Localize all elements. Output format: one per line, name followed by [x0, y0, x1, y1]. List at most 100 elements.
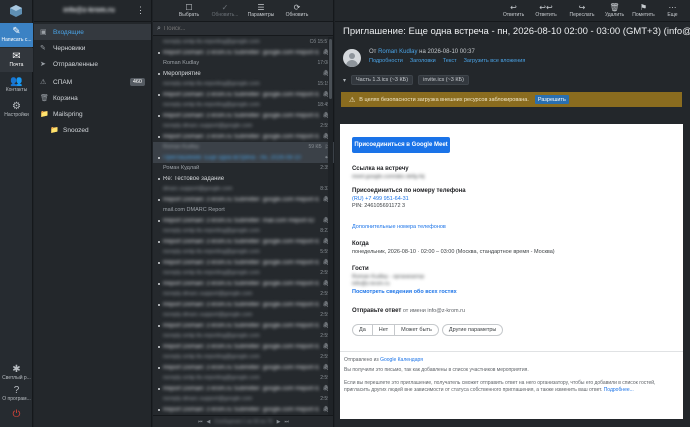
list-scrollbar[interactable]	[328, 37, 333, 415]
message-subject-row[interactable]: Приглашение: Еще одна встреча - пн, 2026…	[153, 152, 334, 163]
more-button[interactable]: ⋯ Еще	[659, 3, 686, 18]
message-subject-row[interactable]: Report Domain: z-krom.ru Submitter: goog…	[153, 300, 334, 311]
message-sender-row[interactable]: noreply-smtp-tls-reporting@google.com Сб …	[153, 37, 334, 48]
last-page-icon[interactable]: ⏭	[284, 419, 289, 425]
refresh-button[interactable]: ⟳ Обновить	[281, 3, 313, 18]
message-subject-row[interactable]: Report Domain: z-krom.ru Submitter: goog…	[153, 237, 334, 248]
message-sender-row[interactable]: noreply-smtp-tls-reporting@google.com 8:2…	[153, 226, 334, 237]
join-meet-button[interactable]: Присоединиться в Google Meet	[352, 137, 450, 153]
message-subject-row[interactable]: Report Domain: z-krom.ru Submitter: goog…	[153, 132, 334, 143]
message-sender: noreply-smtp-tls-reporting@google.com	[163, 375, 260, 382]
message-sender-row[interactable]: dmarc-support@google.com 8:33	[153, 184, 334, 195]
folder-1[interactable]: ✎ Черновики	[34, 40, 151, 56]
message-subject-row[interactable]: Мероприятие 🖇	[153, 69, 334, 80]
reply-all-button[interactable]: ↩↩ Ответить	[529, 3, 563, 18]
message-subject-row[interactable]: Report Domain: z-krom.ru Submitter: goog…	[153, 279, 334, 290]
rail-compose-button[interactable]: ✎ Написать с...	[0, 23, 33, 47]
meeting-link[interactable]: meet.google.com/abc-defg-hij	[352, 174, 424, 180]
rail-label: Контакты	[5, 86, 28, 93]
message-sender-row[interactable]: noreply-dmarc-support@google.com 2:59	[153, 310, 334, 321]
rail-contacts-button[interactable]: 👥 Контакты	[0, 73, 33, 97]
more-phones-link[interactable]: Дополнительные номера телефонов	[352, 224, 446, 230]
app-logo	[0, 0, 32, 22]
message-subject-row[interactable]: Report Domain: z-krom.ru Submitter: mail…	[153, 216, 334, 227]
toolbar-label: Выбрать	[178, 12, 200, 18]
message-sender-row[interactable]: Roman Kudlay 17:08	[153, 58, 334, 69]
message-sender-row[interactable]: Roman Kudlay59 КБ⚐	[153, 142, 334, 153]
allow-button[interactable]: Разрешить	[534, 95, 569, 104]
message-sender-row[interactable]: noreply-smtp-tls-reporting@google.com 2:5…	[153, 331, 334, 342]
message-subject-row[interactable]: Report Domain: z-krom.ru Submitter: goog…	[153, 111, 334, 122]
prev-page-icon[interactable]: ◀	[207, 419, 211, 425]
message-sender-row[interactable]: noreply-dmarc-support@google.com 2:59	[153, 121, 334, 132]
message-sender-row[interactable]: noreply-smtp-tls-reporting@google.com 15:…	[153, 79, 334, 90]
collapse-icon[interactable]: ▾	[343, 77, 346, 84]
message-subject-row[interactable]: Report Domain: z-krom.ru Submitter: goog…	[153, 195, 334, 206]
rail-theme-button[interactable]: ✱ Светлый р...	[0, 363, 33, 383]
message-sender-row[interactable]: Роман Кудлай 2:35	[153, 163, 334, 174]
folder-6[interactable]: 📁 Snoozed	[34, 122, 151, 138]
message-sender-row[interactable]: noreply-smtp-tls-reporting@google.com 18:…	[153, 100, 334, 111]
rail-mail-button[interactable]: ✉ Почта	[0, 48, 33, 72]
folder-0[interactable]: ▣ Входящие	[34, 24, 151, 40]
message-sender-row[interactable]: noreply-smtp-tls-reporting@google.com 2:5…	[153, 352, 334, 363]
folder-2[interactable]: ➤ Отправленные	[34, 56, 151, 72]
attachment-chip[interactable]: Часть 1.3.ics (~3 КБ)	[351, 75, 414, 85]
params-button[interactable]: ☰ Параметры	[245, 3, 277, 18]
action-details[interactable]: Подробности	[369, 58, 403, 64]
message-subject: Report Domain: z-krom.ru Submitter: goog…	[163, 259, 320, 266]
guests-title: Гости	[352, 266, 369, 272]
flag-button[interactable]: ⚑ Пометить	[630, 3, 657, 18]
rail-gear-button[interactable]: ⚙ Настройки	[0, 98, 33, 122]
first-page-icon[interactable]: ⏮	[198, 419, 203, 425]
rsvp-maybe-button[interactable]: Может быть	[395, 325, 438, 335]
search-input[interactable]	[163, 25, 314, 32]
folder-5[interactable]: 📁 Mailspring	[34, 106, 151, 122]
forward-button[interactable]: ↪ Переслать	[565, 3, 599, 18]
guest-2: info@z-krom.ru	[352, 281, 390, 288]
all-guests-link[interactable]: Посмотреть сведения обо всех гостях	[352, 289, 457, 295]
message-sender-row[interactable]: noreply-smtp-tls-reporting@google.com 2:5…	[153, 373, 334, 384]
flag-icon: ⚑	[639, 3, 648, 12]
message-subject-row[interactable]: Report Domain: z-krom.ru Submitter: goog…	[153, 90, 334, 101]
rsvp-yes-button[interactable]: Да	[353, 325, 373, 335]
message-sender-row[interactable]: noreply-dmarc-support@google.com 2:59	[153, 394, 334, 405]
more-vertical-icon[interactable]: ⋮	[136, 5, 145, 16]
attachment-chip[interactable]: invite.ics (~3 КБ)	[418, 75, 470, 85]
mark-button[interactable]: ✓ Обновить...	[209, 3, 241, 18]
message-subject: Report Domain: z-krom.ru Submitter: goog…	[163, 364, 320, 371]
rsvp-buttons: Да Нет Может быть Другие параметры	[352, 324, 504, 336]
warning-text: В целях безопасности загрузка внешних ре…	[359, 96, 529, 103]
message-subject-row[interactable]: Re: Тестовое задание	[153, 174, 334, 185]
next-page-icon[interactable]: ▶	[277, 419, 281, 425]
folder-3[interactable]: ⚠ СПАМ 460	[34, 74, 151, 90]
message-subject-row[interactable]: Report Domain: z-krom.ru Submitter: goog…	[153, 363, 334, 374]
message-subject-row[interactable]: Report Domain: z-krom.ru Submitter: goog…	[153, 405, 334, 416]
action-download[interactable]: Загрузить все вложения	[464, 58, 526, 64]
learn-more-link[interactable]: Подробнее...	[604, 387, 634, 393]
message-subject-row[interactable]: Report Domain: z-krom.ru Submitter: goog…	[153, 384, 334, 395]
message-subject-row[interactable]: Report Domain: z-krom.ru Submitter: goog…	[153, 48, 334, 59]
message-sender-row[interactable]: mail.com DMARC Report	[153, 205, 334, 216]
message-subject-row[interactable]: Report Domain: z-krom.ru Submitter: goog…	[153, 342, 334, 353]
rsvp-no-button[interactable]: Нет	[373, 325, 396, 335]
message-sender-row[interactable]: noreply-smtp-tls-reporting@google.com 5:5…	[153, 247, 334, 258]
message-subject-row[interactable]: Report Domain: z-krom.ru Submitter: goog…	[153, 321, 334, 332]
phone-number[interactable]: (RU) +7 499 951-64-31	[352, 196, 409, 202]
delete-button[interactable]: 🗑 Удалить	[601, 3, 628, 18]
select-button[interactable]: ☐ Выбрать	[173, 3, 205, 18]
account-name[interactable]: info@z-krom.ru	[42, 7, 136, 14]
rail-about-button[interactable]: ? О програм...	[0, 384, 33, 404]
google-calendar-link[interactable]: Google Календаря	[380, 357, 423, 363]
message-subject-row[interactable]: Report Domain: z-krom.ru Submitter: goog…	[153, 258, 334, 269]
rail-power-button[interactable]: ⏻	[0, 405, 33, 425]
action-headers[interactable]: Заголовки	[410, 58, 436, 64]
reply-button[interactable]: ↩ Ответить	[500, 3, 527, 18]
message-sender-row[interactable]: noreply-smtp-tls-reporting@google.com 2:5…	[153, 268, 334, 279]
params-icon: ☰	[257, 3, 265, 12]
rsvp-more-button[interactable]: Другие параметры	[441, 324, 504, 336]
sender-name[interactable]: Roman Kudlay	[378, 49, 417, 55]
message-sender-row[interactable]: noreply-dmarc-support@google.com 2:59	[153, 289, 334, 300]
folder-4[interactable]: 🗑 Корзина	[34, 90, 151, 106]
action-text[interactable]: Текст	[443, 58, 457, 64]
